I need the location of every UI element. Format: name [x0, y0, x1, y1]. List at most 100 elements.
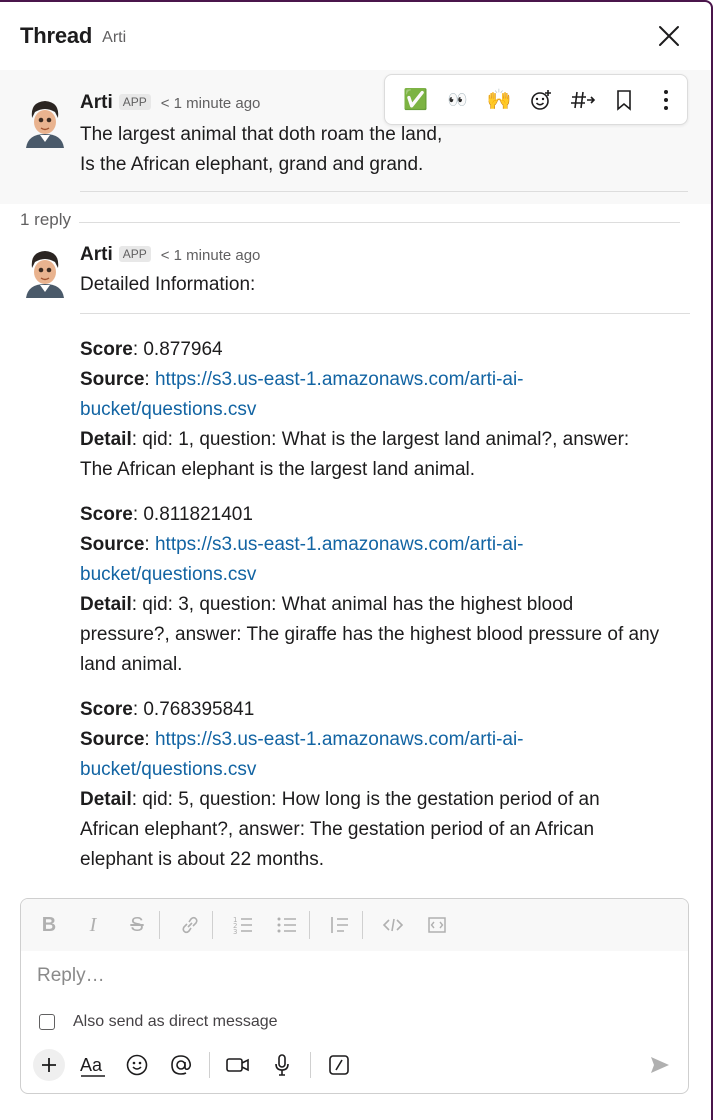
code-block-icon[interactable] [423, 911, 451, 939]
detail-text: : qid: 1, question: What is the largest … [131, 429, 630, 450]
header-title: Thread [20, 23, 93, 48]
message-actions-toolbar: ✅ 👀 🙌 [384, 74, 688, 125]
formatting-toolbar: B I S 123 [21, 899, 688, 951]
detail-label: Detail [80, 429, 132, 450]
toolbar-separator [212, 911, 213, 939]
source-label: Source [80, 534, 145, 555]
bookmark-icon[interactable] [604, 82, 646, 118]
timestamp[interactable]: < 1 minute ago [161, 95, 261, 112]
microphone-icon[interactable] [266, 1049, 298, 1081]
composer-actions: Aa [33, 1047, 367, 1083]
detail-text: elephant is about 22 months. [80, 849, 325, 870]
raised-hands-icon[interactable]: 🙌 [478, 82, 520, 118]
reply-input[interactable] [37, 961, 667, 991]
detail-line: Detail: qid: 3, question: What animal ha… [80, 590, 690, 620]
emoji-icon[interactable] [121, 1049, 153, 1081]
toolbar-separator [209, 1052, 210, 1078]
detail-text: : qid: 5, question: How long is the gest… [131, 789, 600, 810]
result-item: Score: 0.768395841 Source: https://s3.us… [80, 695, 690, 875]
toolbar-separator [362, 911, 363, 939]
header-channel-name: Arti [102, 28, 127, 46]
score-label: Score [80, 699, 133, 720]
score-label: Score [80, 339, 133, 360]
link-icon[interactable] [176, 911, 204, 939]
reply-heading: Detailed Information: [80, 274, 256, 295]
avatar[interactable] [22, 98, 68, 148]
source-link[interactable]: bucket/questions.csv [80, 564, 256, 585]
detail-text: African elephant?, answer: The gestation… [80, 819, 595, 840]
thread-panel: Thread Arti Arti APP < 1 minute ago The … [0, 0, 713, 1120]
reply-count: 1 reply [20, 210, 80, 230]
source-link[interactable]: https://s3.us-east-1.amazonaws.com/arti-… [155, 729, 524, 750]
divider [80, 191, 688, 192]
source-line: Source: https://s3.us-east-1.amazonaws.c… [80, 534, 524, 555]
source-link[interactable]: https://s3.us-east-1.amazonaws.com/arti-… [155, 369, 524, 390]
score-line: Score: 0.877964 [80, 335, 690, 365]
detail-line: Detail: qid: 1, question: What is the la… [80, 425, 690, 455]
italic-icon[interactable]: I [79, 911, 107, 939]
author-name[interactable]: Arti [80, 244, 113, 266]
reply-in-channel-icon[interactable] [562, 82, 604, 118]
timestamp[interactable]: < 1 minute ago [161, 247, 261, 264]
formatting-icon[interactable]: Aa [77, 1049, 109, 1081]
detail-label: Detail [80, 594, 132, 615]
divider [80, 313, 690, 314]
ordered-list-icon[interactable]: 123 [229, 911, 257, 939]
send-icon[interactable] [648, 1053, 672, 1077]
detail-text: land animal. [80, 654, 183, 675]
source-line: Source: https://s3.us-east-1.amazonaws.c… [80, 729, 524, 750]
bulleted-list-icon[interactable] [273, 911, 301, 939]
message-line: The largest animal that doth roam the la… [80, 124, 443, 145]
app-badge: APP [118, 246, 151, 262]
thread-header: Thread Arti [0, 2, 711, 70]
source-link[interactable]: bucket/questions.csv [80, 759, 256, 780]
score-line: Score: 0.811821401 [80, 500, 690, 530]
more-actions-icon[interactable] [645, 82, 687, 118]
author-name[interactable]: Arti [80, 92, 113, 114]
dm-checkbox[interactable] [39, 1014, 55, 1030]
blockquote-icon[interactable] [326, 911, 354, 939]
video-icon[interactable] [222, 1049, 254, 1081]
score-label: Score [80, 504, 133, 525]
score-line: Score: 0.768395841 [80, 695, 690, 725]
toolbar-separator [309, 911, 310, 939]
toolbar-separator [159, 911, 160, 939]
score-value: : 0.811821401 [132, 504, 253, 525]
detail-label: Detail [80, 789, 132, 810]
score-value: : 0.768395841 [132, 699, 255, 720]
dm-option-row: Also send as direct message [39, 1013, 278, 1031]
check-mark-icon[interactable]: ✅ [395, 82, 437, 118]
result-item: Score: 0.877964 Source: https://s3.us-ea… [80, 335, 690, 485]
svg-text:Aa: Aa [80, 1055, 103, 1075]
strikethrough-icon[interactable]: S [123, 911, 151, 939]
result-item: Score: 0.811821401 Source: https://s3.us… [80, 500, 690, 680]
replies-divider [20, 222, 680, 223]
slash-command-icon[interactable] [323, 1049, 355, 1081]
source-link[interactable]: https://s3.us-east-1.amazonaws.com/arti-… [155, 534, 524, 555]
detail-text: : qid: 3, question: What animal has the … [131, 594, 574, 615]
source-link[interactable]: bucket/questions.csv [80, 399, 256, 420]
detail-text: pressure?, answer: The giraffe has the h… [80, 624, 660, 645]
avatar[interactable] [22, 248, 68, 298]
plus-icon[interactable] [33, 1049, 65, 1081]
source-line: Source: https://s3.us-east-1.amazonaws.c… [80, 369, 524, 390]
source-label: Source [80, 369, 145, 390]
bold-icon[interactable]: B [35, 911, 63, 939]
detail-line: Detail: qid: 5, question: How long is th… [80, 785, 690, 815]
mention-icon[interactable] [165, 1049, 197, 1081]
code-icon[interactable] [379, 911, 407, 939]
close-icon[interactable] [655, 22, 683, 50]
detail-text: The African elephant is the largest land… [80, 459, 476, 480]
reply-composer: B I S 123 Reply… Also send as direct mes… [20, 898, 689, 1094]
app-badge: APP [118, 94, 151, 110]
svg-text:3: 3 [233, 928, 237, 936]
message-text: The largest animal that doth roam the la… [80, 120, 442, 180]
score-value: : 0.877964 [132, 339, 223, 360]
source-label: Source [80, 729, 145, 750]
message-line: Is the African elephant, grand and grand… [80, 154, 424, 175]
dm-checkbox-label: Also send as direct message [73, 1013, 278, 1030]
message-header: Arti APP < 1 minute ago [80, 92, 260, 114]
eyes-icon[interactable]: 👀 [437, 82, 479, 118]
add-reaction-icon[interactable] [520, 82, 562, 118]
toolbar-separator [310, 1052, 311, 1078]
